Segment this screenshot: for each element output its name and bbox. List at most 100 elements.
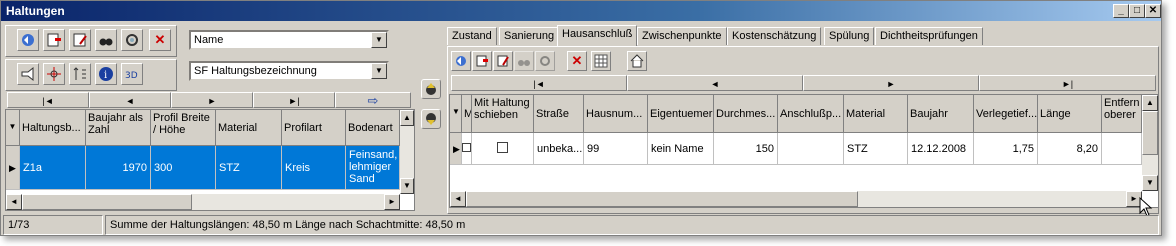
cell-strasse[interactable]: unbeka...: [534, 133, 584, 165]
col-header[interactable]: Material: [844, 95, 908, 133]
next-record-button[interactable]: ►: [171, 92, 253, 108]
first-record-button[interactable]: |◄: [451, 75, 627, 91]
chevron-down-icon[interactable]: ▼: [371, 63, 387, 79]
scroll-thumb[interactable]: [22, 194, 192, 210]
binoculars-icon[interactable]: [95, 29, 117, 51]
scroll-thumb[interactable]: [466, 191, 858, 207]
select-list-icon[interactable]: [43, 29, 65, 51]
refresh-icon[interactable]: [451, 51, 471, 71]
col-header[interactable]: Bodenart: [346, 110, 400, 146]
cell-profil[interactable]: 300: [151, 146, 216, 190]
move-up-icon[interactable]: [421, 79, 441, 99]
right-record-nav: |◄ ◄ ► ►|: [451, 75, 1156, 91]
cell-material[interactable]: STZ: [216, 146, 282, 190]
col-header[interactable]: Profilart: [282, 110, 346, 146]
move-down-icon[interactable]: [421, 109, 441, 129]
left-vertical-scrollbar[interactable]: ▲ ▼: [400, 110, 414, 194]
minimize-button[interactable]: _: [1113, 4, 1129, 18]
col-header[interactable]: Hausnum...: [584, 95, 648, 133]
megaphone-icon[interactable]: [17, 63, 39, 85]
cell-hausnummer[interactable]: 99: [584, 133, 648, 165]
col-header[interactable]: Material: [216, 110, 282, 146]
col-header[interactable]: Baujahr als Zahl: [86, 110, 151, 146]
label-combo[interactable]: SF Haltungsbezeichnung ▼: [189, 61, 389, 81]
crosshair-icon[interactable]: [43, 63, 65, 85]
next-record-button[interactable]: ►: [803, 75, 979, 91]
binoculars-icon[interactable]: [514, 51, 534, 71]
left-horizontal-scrollbar[interactable]: ◄ ►: [6, 194, 400, 210]
close-button[interactable]: ✕: [1145, 4, 1161, 18]
refresh-icon[interactable]: [17, 29, 39, 51]
last-record-button[interactable]: ►|: [253, 92, 335, 108]
cell-laenge[interactable]: 8,20: [1038, 133, 1102, 165]
edit-record-icon[interactable]: [69, 29, 91, 51]
tab-zwischenpunkte[interactable]: Zwischenpunkte: [637, 27, 727, 45]
row-indicator-icon: ▶: [450, 133, 462, 165]
cell-eigentuemer[interactable]: kein Name: [648, 133, 714, 165]
scroll-down-icon[interactable]: ▼: [1142, 175, 1158, 191]
col-header[interactable]: Verlegetief...: [974, 95, 1038, 133]
sort-icon[interactable]: [69, 63, 91, 85]
scroll-up-icon[interactable]: ▲: [1142, 95, 1158, 111]
info-icon[interactable]: i: [95, 63, 117, 85]
select-list-icon[interactable]: [472, 51, 492, 71]
col-header[interactable]: Entfern oberer: [1102, 95, 1142, 133]
3d-view-icon[interactable]: 3D: [121, 63, 143, 85]
edit-record-icon[interactable]: [493, 51, 513, 71]
field-combo[interactable]: Name ▼: [189, 30, 389, 50]
col-header[interactable]: Durchmes...: [714, 95, 778, 133]
maximize-button[interactable]: □: [1129, 4, 1145, 18]
scroll-down-icon[interactable]: ▼: [400, 178, 414, 194]
chevron-down-icon[interactable]: ▼: [371, 32, 387, 48]
row-header-corner: ▼: [6, 110, 20, 146]
grid-view-icon[interactable]: [591, 51, 611, 71]
svg-text:3D: 3D: [125, 71, 138, 81]
col-header[interactable]: Baujahr: [908, 95, 974, 133]
home-icon[interactable]: [627, 51, 647, 71]
title-bar[interactable]: Haltungen _ □ ✕: [1, 1, 1161, 21]
cell-verlegetiefe[interactable]: 1,75: [974, 133, 1038, 165]
cell-anschluss[interactable]: [778, 133, 844, 165]
cell-baujahr[interactable]: 1970: [86, 146, 151, 190]
cell-haltung[interactable]: Z1a: [20, 146, 86, 190]
scroll-thumb[interactable]: [1142, 111, 1158, 155]
tools-icon[interactable]: [121, 29, 143, 51]
delete-icon[interactable]: ✕: [567, 51, 587, 71]
cell-durchmesser[interactable]: 150: [714, 133, 778, 165]
cell-bodenart[interactable]: Feinsand, lehmiger Sand: [346, 146, 400, 190]
prev-record-button[interactable]: ◄: [627, 75, 803, 91]
col-header[interactable]: Profil Breite / Höhe: [151, 110, 216, 146]
schieben-checkbox[interactable]: [472, 133, 534, 165]
last-record-button[interactable]: ►|: [979, 75, 1156, 91]
scroll-up-icon[interactable]: ▲: [400, 110, 414, 126]
cell-profilart[interactable]: Kreis: [282, 146, 346, 190]
col-header[interactable]: Eigentuemer: [648, 95, 714, 133]
tab-sanierung[interactable]: Sanierung: [499, 27, 560, 45]
cell-material[interactable]: STZ: [844, 133, 908, 165]
prev-record-button[interactable]: ◄: [89, 92, 171, 108]
tab-kostenschaetzung[interactable]: Kostenschätzung: [727, 27, 822, 45]
tools-icon[interactable]: [535, 51, 555, 71]
scroll-left-icon[interactable]: ◄: [6, 194, 22, 210]
cell-baujahr[interactable]: 12.12.2008: [908, 133, 974, 165]
right-horizontal-scrollbar[interactable]: ◄ ►: [450, 191, 1142, 207]
col-header[interactable]: Mit Haltung schieben: [472, 95, 534, 133]
row-indicator-icon: ▶: [6, 146, 20, 190]
col-header[interactable]: Straße: [534, 95, 584, 133]
jump-arrow-icon[interactable]: ⇨: [335, 92, 411, 108]
row-mark-checkbox[interactable]: [462, 133, 472, 165]
scroll-left-icon[interactable]: ◄: [450, 191, 466, 207]
cell-entfernung[interactable]: [1102, 133, 1142, 165]
first-record-button[interactable]: |◄: [7, 92, 89, 108]
col-header[interactable]: Haltungsb...: [20, 110, 86, 146]
tab-dichtheitspruefungen[interactable]: Dichtheitsprüfungen: [875, 27, 983, 45]
col-header[interactable]: M: [462, 95, 472, 133]
tab-zustand[interactable]: Zustand: [447, 27, 497, 45]
col-header[interactable]: Anschlußp...: [778, 95, 844, 133]
scroll-right-icon[interactable]: ►: [384, 194, 400, 210]
delete-icon[interactable]: ✕: [149, 29, 171, 51]
tab-hausanschluss[interactable]: Hausanschluß: [557, 25, 638, 46]
col-header[interactable]: Länge: [1038, 95, 1102, 133]
right-vertical-scrollbar[interactable]: ▲ ▼: [1142, 95, 1158, 191]
tab-spuelung[interactable]: Spülung: [824, 27, 875, 45]
